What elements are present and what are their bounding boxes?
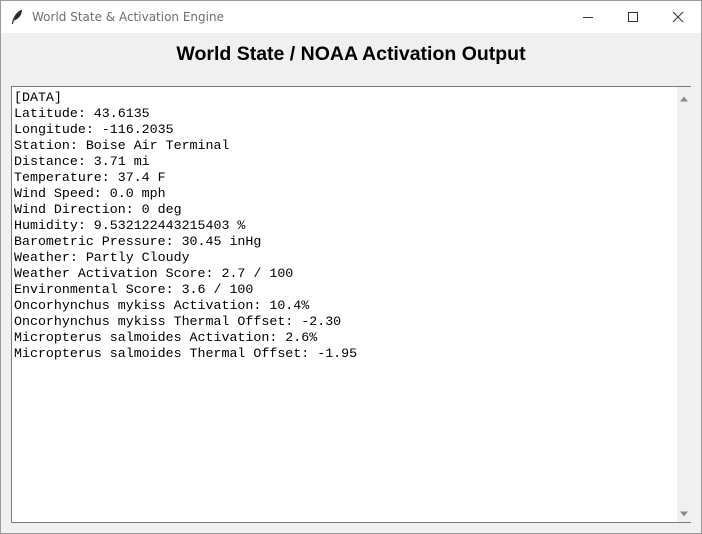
output-line: Weather Activation Score: 2.7 / 100 [14,266,294,281]
output-line: Weather: Partly Cloudy [14,250,190,265]
scroll-up-button[interactable] [677,89,691,105]
minimize-icon [582,11,594,23]
maximize-icon [627,11,639,23]
minimize-button[interactable] [565,1,611,33]
output-line: Oncorhynchus mykiss Thermal Offset: -2.3… [14,314,342,329]
output-line: Longitude: -116.2035 [14,122,174,137]
close-button[interactable] [655,1,701,33]
output-line: Wind Direction: 0 deg [14,202,182,217]
scroll-down-button[interactable] [677,504,691,520]
output-line: Micropterus salmoides Thermal Offset: -1… [14,346,358,361]
title-bar[interactable]: World State & Activation Engine [1,1,701,33]
vertical-scrollbar[interactable] [677,86,691,523]
scroll-up-arrow-icon [679,88,689,107]
output-line: Environmental Score: 3.6 / 100 [14,282,254,297]
scroll-down-arrow-icon [679,503,689,522]
output-line: [DATA] [14,90,62,105]
window-title: World State & Activation Engine [32,10,224,24]
close-icon [672,11,684,23]
output-line: Micropterus salmoides Activation: 2.6% [14,330,318,345]
maximize-button[interactable] [610,1,656,33]
app-window: World State & Activation Engine World St… [0,0,702,534]
output-line: Distance: 3.71 mi [14,154,150,169]
output-text-area[interactable]: [DATA] Latitude: 43.6135 Longitude: -116.2… [11,86,677,523]
output-line: Barometric Pressure: 30.45 inHg [14,234,262,249]
output-line: Oncorhynchus mykiss Activation: 10.4% [14,298,310,313]
output-line: Station: Boise Air Terminal [14,138,230,153]
output-line: Temperature: 37.4 F [14,170,166,185]
feather-icon [9,9,25,25]
output-line: Humidity: 9.532122443215403 % [14,218,246,233]
output-lines: [DATA] Latitude: 43.6135 Longitude: -116.2… [14,90,357,362]
page-title: World State / NOAA Activation Output [176,43,526,65]
output-line: Wind Speed: 0.0 mph [14,186,166,201]
output-line: Latitude: 43.6135 [14,106,150,121]
